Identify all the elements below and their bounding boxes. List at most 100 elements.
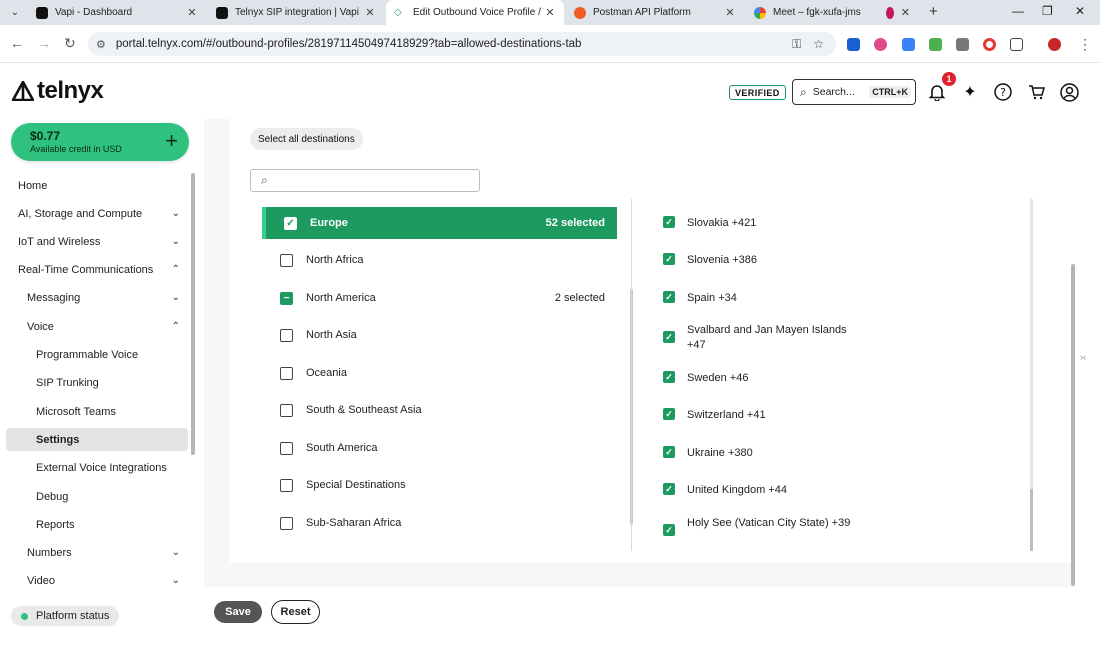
country-row-ukraine[interactable]: ✓ Ukraine +380: [663, 446, 983, 461]
sidebar-scrollbar[interactable]: [191, 173, 195, 455]
checkbox-checked-icon[interactable]: ✓: [663, 524, 675, 536]
profile-avatar-icon[interactable]: [1048, 38, 1061, 51]
extension-blue-icon[interactable]: [902, 38, 915, 51]
destination-search[interactable]: ⌕: [250, 169, 480, 192]
bookmark-star-icon[interactable]: ☆: [813, 37, 824, 51]
browser-tab-postman[interactable]: Postman API Platform ✕: [566, 0, 744, 25]
sidebar-item-numbers[interactable]: Numbers ⌄: [6, 541, 188, 564]
address-bar[interactable]: ⚙ portal.telnyx.com/#/outbound-profiles/…: [88, 32, 836, 56]
checkbox-unchecked-icon[interactable]: [280, 253, 293, 267]
tab-close-icon[interactable]: ✕: [186, 6, 198, 19]
country-list-scrollbar[interactable]: [1030, 489, 1033, 551]
telnyx-logo[interactable]: telnyx: [12, 77, 104, 105]
select-all-destinations-button[interactable]: Select all destinations: [250, 128, 363, 150]
checkbox-unchecked-icon[interactable]: [280, 478, 293, 492]
sidebar-item-real-time-communications[interactable]: Real-Time Communications ⌃: [6, 258, 188, 281]
region-row-europe[interactable]: ✓ Europe 52 selected: [262, 207, 617, 239]
tab-close-icon[interactable]: ✕: [544, 6, 556, 19]
add-credit-plus-icon[interactable]: +: [165, 129, 178, 153]
page-scrollbar[interactable]: [1071, 264, 1075, 586]
extension-green-icon[interactable]: [929, 38, 942, 51]
sidebar-item-voice[interactable]: Voice ⌃: [6, 315, 188, 338]
site-settings-icon[interactable]: ⚙: [96, 38, 106, 51]
sidebar-item-external-voice-integrations[interactable]: External Voice Integrations: [6, 456, 188, 479]
back-arrow-icon[interactable]: ←: [10, 35, 24, 51]
country-row-svalbard-jan-mayen[interactable]: ✓ Svalbard and Jan Mayen Islands +47: [663, 323, 983, 353]
checkbox-unchecked-icon[interactable]: [280, 366, 293, 380]
region-row-north-america[interactable]: − North America 2 selected: [262, 282, 617, 314]
region-row-north-africa[interactable]: North Africa: [262, 244, 617, 276]
checkbox-checked-icon[interactable]: ✓: [663, 371, 675, 383]
global-search[interactable]: ⌕ Search... CTRL+K: [792, 79, 916, 105]
sidebar-item-reports[interactable]: Reports: [6, 513, 188, 536]
notification-bell-icon[interactable]: [927, 82, 947, 102]
sidebar-item-messaging[interactable]: Messaging ⌄: [6, 286, 188, 309]
region-row-south-america[interactable]: South America: [262, 432, 617, 464]
vimeo-extension-icon[interactable]: [847, 38, 860, 51]
country-row-spain[interactable]: ✓ Spain +34: [663, 291, 983, 306]
browser-tab-recording[interactable]: ✕: [878, 0, 918, 25]
checkbox-checked-icon[interactable]: ✓: [663, 483, 675, 495]
checkbox-checked-icon[interactable]: ✓: [663, 408, 675, 420]
restore-icon[interactable]: ❐: [1042, 4, 1053, 18]
checkbox-checked-icon[interactable]: ✓: [663, 253, 675, 265]
extension-pink-icon[interactable]: [874, 38, 887, 51]
sidebar-item-settings[interactable]: Settings: [6, 428, 188, 451]
browser-tab-edit-outbound-profile[interactable]: ◇ Edit Outbound Voice Profile / T ✕: [386, 0, 564, 25]
collapse-handle-icon[interactable]: ›‹: [1080, 352, 1094, 366]
credit-balance-card[interactable]: $0.77 Available credit in USD +: [11, 123, 189, 161]
sidebar-item-iot-wireless[interactable]: IoT and Wireless ⌄: [6, 230, 188, 253]
checkbox-unchecked-icon[interactable]: [280, 516, 293, 530]
checkbox-unchecked-icon[interactable]: [280, 403, 293, 417]
save-button[interactable]: Save: [214, 601, 262, 623]
browser-tab-vapi-dashboard[interactable]: Vapi - Dashboard ✕: [28, 0, 206, 25]
minimize-icon[interactable]: —: [1012, 4, 1024, 18]
checkbox-checked-icon[interactable]: ✓: [663, 216, 675, 228]
ai-sparkle-icon[interactable]: ✦: [960, 82, 980, 102]
region-row-special-destinations[interactable]: Special Destinations: [262, 469, 617, 501]
platform-status-button[interactable]: Platform status: [11, 606, 120, 626]
country-row-slovenia[interactable]: ✓ Slovenia +386: [663, 253, 983, 268]
forward-arrow-icon[interactable]: →: [37, 35, 51, 51]
browser-menu-icon[interactable]: ⋮: [1078, 36, 1092, 53]
country-row-switzerland[interactable]: ✓ Switzerland +41: [663, 408, 983, 423]
sidebar-item-sip-trunking[interactable]: SIP Trunking: [6, 371, 188, 394]
sidebar-item-ai-storage-compute[interactable]: AI, Storage and Compute ⌄: [6, 202, 188, 225]
region-row-oceania[interactable]: Oceania: [262, 357, 617, 389]
sidebar-item-debug[interactable]: Debug: [6, 485, 188, 508]
region-row-north-asia[interactable]: North Asia: [262, 319, 617, 351]
extension-ring-icon[interactable]: [983, 38, 996, 51]
checkbox-checked-icon[interactable]: ✓: [284, 216, 297, 230]
browser-tab-telnyx-sip[interactable]: Telnyx SIP integration | Vapi ✕: [208, 0, 384, 25]
sidebar-item-home[interactable]: Home: [6, 174, 188, 197]
camera-extension-icon[interactable]: [956, 38, 969, 51]
help-question-icon[interactable]: ?: [993, 82, 1013, 102]
sidebar-item-programmable-voice[interactable]: Programmable Voice: [6, 343, 188, 366]
country-row-holy-see[interactable]: ✓ Holy See (Vatican City State) +39: [663, 516, 983, 536]
country-row-sweden[interactable]: ✓ Sweden +46: [663, 371, 983, 386]
account-avatar-icon[interactable]: [1059, 82, 1079, 102]
tab-close-icon[interactable]: ✕: [901, 6, 910, 19]
checkbox-unchecked-icon[interactable]: [280, 328, 293, 342]
url-text[interactable]: portal.telnyx.com/#/outbound-profiles/28…: [116, 38, 792, 50]
new-tab-plus-icon[interactable]: +: [929, 3, 938, 20]
tab-search-chevron-icon[interactable]: ⌄: [6, 4, 24, 21]
checkbox-unchecked-icon[interactable]: [280, 441, 293, 455]
password-key-icon[interactable]: ⚿: [792, 37, 801, 52]
region-row-south-southeast-asia[interactable]: South & Southeast Asia: [262, 394, 617, 426]
checkbox-checked-icon[interactable]: ✓: [663, 291, 675, 303]
reload-icon[interactable]: ↻: [64, 35, 76, 52]
region-row-sub-saharan-africa[interactable]: Sub-Saharan Africa: [262, 507, 617, 539]
checkbox-checked-icon[interactable]: ✓: [663, 446, 675, 458]
reset-button[interactable]: Reset: [271, 600, 320, 624]
extensions-puzzle-icon[interactable]: [1010, 38, 1023, 51]
country-row-slovakia[interactable]: ✓ Slovakia +421: [663, 216, 983, 231]
browser-tab-meet[interactable]: Meet – fgk-xufa-jms: [746, 0, 876, 25]
sidebar-item-microsoft-teams[interactable]: Microsoft Teams: [6, 400, 188, 423]
checkbox-indeterminate-icon[interactable]: −: [280, 291, 293, 305]
tab-close-icon[interactable]: ✕: [724, 6, 736, 19]
sidebar-item-video[interactable]: Video ⌄: [6, 569, 188, 592]
tab-close-icon[interactable]: ✕: [364, 6, 376, 19]
checkbox-checked-icon[interactable]: ✓: [663, 331, 675, 343]
country-row-united-kingdom[interactable]: ✓ United Kingdom +44: [663, 483, 983, 498]
